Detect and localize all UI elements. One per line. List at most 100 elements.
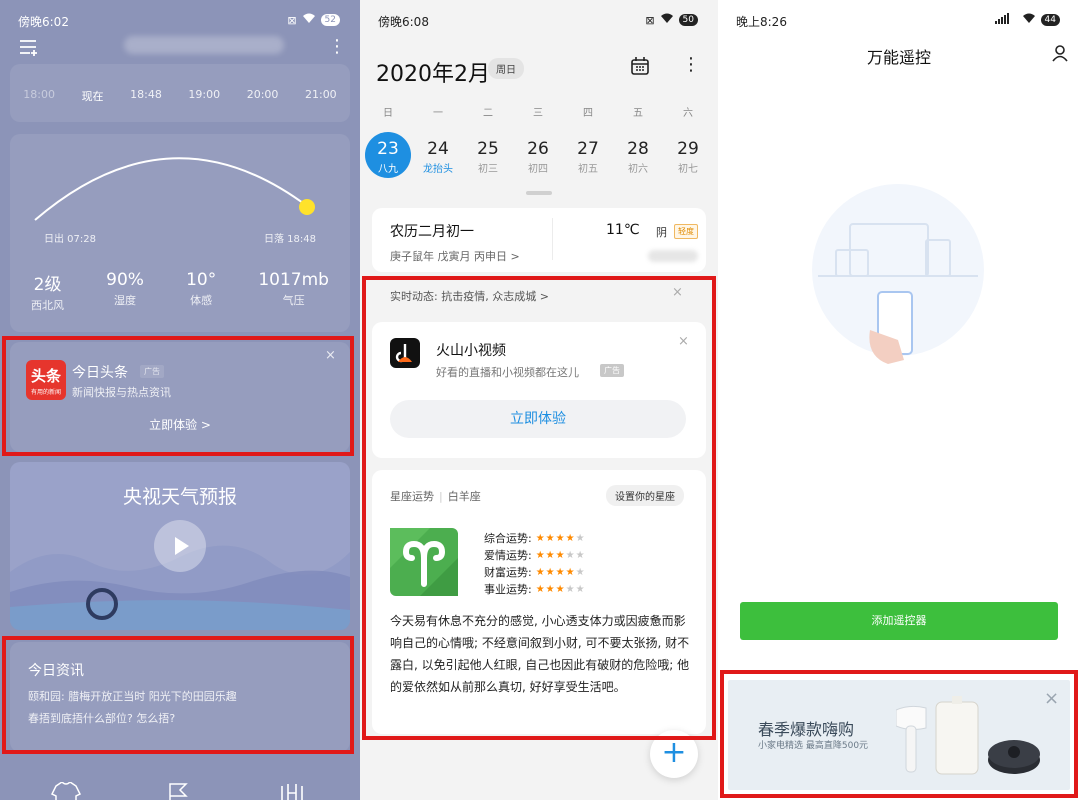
video-card[interactable]: 央视天气预报: [10, 462, 350, 630]
news-title: 今日资讯: [28, 663, 84, 679]
flag-icon[interactable]: [166, 782, 190, 800]
ad-title: 今日头条: [72, 365, 128, 381]
close-icon[interactable]: ×: [1044, 688, 1059, 709]
day-cell[interactable]: 27 初五: [565, 132, 611, 178]
weekday-label: 二: [483, 108, 493, 119]
ad-tag: 广告: [600, 364, 624, 377]
day-cell-selected[interactable]: 23 八九: [365, 132, 411, 178]
mute-icon: ⊠: [645, 13, 655, 27]
more-icon[interactable]: ⋮: [328, 38, 346, 56]
day-cell[interactable]: 28 初六: [615, 132, 661, 178]
calendar-screen: 傍晚6:08 ⊠ 50 2020年2月 周日 ⋮ 日 一 二 三 四 五 六 2…: [360, 0, 718, 800]
close-icon[interactable]: ×: [672, 285, 683, 300]
hour-item: 19:00: [188, 88, 221, 101]
hour-item: 18:48: [130, 88, 162, 101]
wifi-icon: [660, 13, 674, 27]
fortune-row-career: 事业运势: ★★★★★: [484, 583, 586, 596]
horoscope-text: 今天易有休息不充分的感觉, 小心透支体力或因疲惫而影响自己的心情哦; 不经意间叙…: [390, 614, 690, 694]
appliance-images: [896, 696, 1040, 775]
add-remote-button[interactable]: 添加遥控器: [740, 602, 1058, 640]
news-card[interactable]: 今日资讯 颐和园: 腊梅开放正当时 阳光下的田园乐趣 春捂到底捂什么部位? 怎么…: [10, 642, 350, 752]
fortune-row-wealth: 财富运势: ★★★★★: [484, 566, 586, 579]
ganzhi-date: 庚子鼠年 戊寅月 丙申日 >: [390, 250, 520, 263]
more-icon[interactable]: ⋮: [682, 56, 700, 74]
play-icon[interactable]: [154, 520, 206, 572]
weekday-label: 四: [583, 108, 593, 119]
promo-subtitle: 小家电精选 最高直降500元: [758, 741, 869, 751]
hour-item-now: 现在: [81, 90, 104, 103]
day-cell[interactable]: 26 初四: [515, 132, 561, 178]
huoshan-ad[interactable]: 火山小视频 好看的直播和小视频都在这儿 广告 × 立即体验: [372, 322, 706, 458]
location-label: [648, 250, 698, 262]
status-bar: 傍晚6:08 ⊠ 50: [360, 0, 718, 40]
sun-arc: [34, 157, 315, 221]
user-icon[interactable]: [1052, 44, 1068, 66]
lunar-card[interactable]: 农历二月初一 庚子鼠年 戊寅月 丙申日 > 11℃ 阴 轻度: [372, 208, 706, 272]
horoscope-card: 星座运势 | 白羊座 设置你的星座 综合运势: ★★★★★ 爱情运势: ★★★★★ 财富…: [372, 470, 706, 734]
sunset-time: 日落 18:48: [264, 234, 316, 245]
promo-title: 春季爆款嗨购: [758, 720, 855, 739]
month-title: 2020年2月: [376, 62, 490, 87]
stat-humidity: 90% 湿度: [106, 270, 144, 307]
set-zodiac-button[interactable]: 设置你的星座: [606, 485, 684, 506]
weekday-label: 六: [683, 108, 693, 119]
huoshan-logo: [390, 338, 420, 368]
battery-icon: 44: [1040, 14, 1060, 26]
battery-icon: 52: [320, 14, 340, 26]
wifi-icon: [1022, 13, 1036, 27]
weekday-label: 五: [633, 108, 643, 119]
status-bar: 晚上8:26 44: [718, 0, 1080, 40]
status-time: 傍晚6:02: [18, 15, 69, 29]
status-time: 晚上8:26: [736, 15, 787, 29]
ad-tag: 广告: [140, 365, 164, 378]
weather-desc: 阴: [656, 226, 667, 239]
menu-icon[interactable]: [18, 38, 40, 60]
live-news-link[interactable]: 实时动态: 抗击疫情, 众志成城 >: [390, 288, 549, 304]
weather-stats: 2级 西北风 90% 湿度 10° 体感 1017mb 气压: [10, 270, 350, 313]
weekday-label: 三: [533, 108, 543, 119]
page-title: 万能遥控: [866, 48, 931, 67]
close-icon[interactable]: ×: [678, 334, 689, 349]
today-button[interactable]: 周日: [488, 58, 524, 79]
day-cell[interactable]: 29 初七: [665, 132, 711, 178]
aqi-badge: 轻度: [674, 224, 698, 239]
close-icon[interactable]: ×: [325, 348, 336, 363]
status-bar: 傍晚6:02 ⊠ 52: [0, 0, 360, 40]
zodiac-sign: 白羊座: [447, 490, 481, 503]
location-title: [124, 36, 284, 54]
day-cell[interactable]: 24 龙抬头: [415, 132, 461, 178]
hourly-forecast: 18:00 现在 18:48 19:00 20:00 21:00: [10, 64, 350, 122]
status-time: 傍晚6:08: [378, 15, 429, 29]
ad-desc: 新闻快报与热点资讯: [72, 386, 171, 399]
fitness-icon[interactable]: [278, 784, 306, 800]
weekday-label: 日: [383, 108, 393, 119]
aries-icon: [390, 528, 458, 596]
battery-icon: 50: [678, 14, 698, 26]
remote-screen: 晚上8:26 44 万能遥控 添加遥控器 春季爆款嗨购 小家电精选 最高直降50…: [718, 0, 1080, 800]
sunrise-time: 日出 07:28: [44, 234, 96, 245]
ad-cta[interactable]: 立即体验 >: [10, 416, 350, 433]
promo-ad[interactable]: 春季爆款嗨购 小家电精选 最高直降500元 ×: [728, 680, 1070, 790]
drag-handle[interactable]: [526, 191, 552, 195]
add-event-button[interactable]: +: [650, 730, 698, 778]
sun-card: 日出 07:28 日落 18:48 2级 西北风 90% 湿度 10° 体感 1017…: [10, 134, 350, 332]
day-cell[interactable]: 25 初三: [465, 132, 511, 178]
weather-screen: 傍晚6:02 ⊠ 52 ⋮ 18:00 现在 18:48 19:00 20:00…: [0, 0, 360, 800]
ad-title: 火山小视频: [436, 343, 506, 359]
divider: [552, 218, 553, 260]
mute-icon: ⊠: [287, 13, 297, 27]
fortune-row-love: 爱情运势: ★★★★★: [484, 549, 586, 562]
hour-item: 21:00: [304, 88, 337, 101]
toutiao-ad[interactable]: 头条 有用的新闻 今日头条 广告 新闻快报与热点资讯 × 立即体验 >: [10, 342, 350, 452]
clothing-icon[interactable]: [48, 781, 84, 800]
ad-cta-button[interactable]: 立即体验: [390, 400, 686, 438]
sun-icon: [299, 199, 315, 215]
remote-illustration: [812, 184, 984, 364]
lunar-date: 农历二月初一: [390, 224, 474, 240]
weekday-label: 一: [433, 108, 443, 119]
toutiao-logo: 头条 有用的新闻: [26, 360, 66, 400]
video-title: 央视天气预报: [122, 486, 237, 508]
news-item[interactable]: 春捂到底捂什么部位? 怎么捂?: [28, 710, 175, 726]
calendar-icon[interactable]: [630, 56, 650, 80]
news-item[interactable]: 颐和园: 腊梅开放正当时 阳光下的田园乐趣: [28, 688, 237, 704]
